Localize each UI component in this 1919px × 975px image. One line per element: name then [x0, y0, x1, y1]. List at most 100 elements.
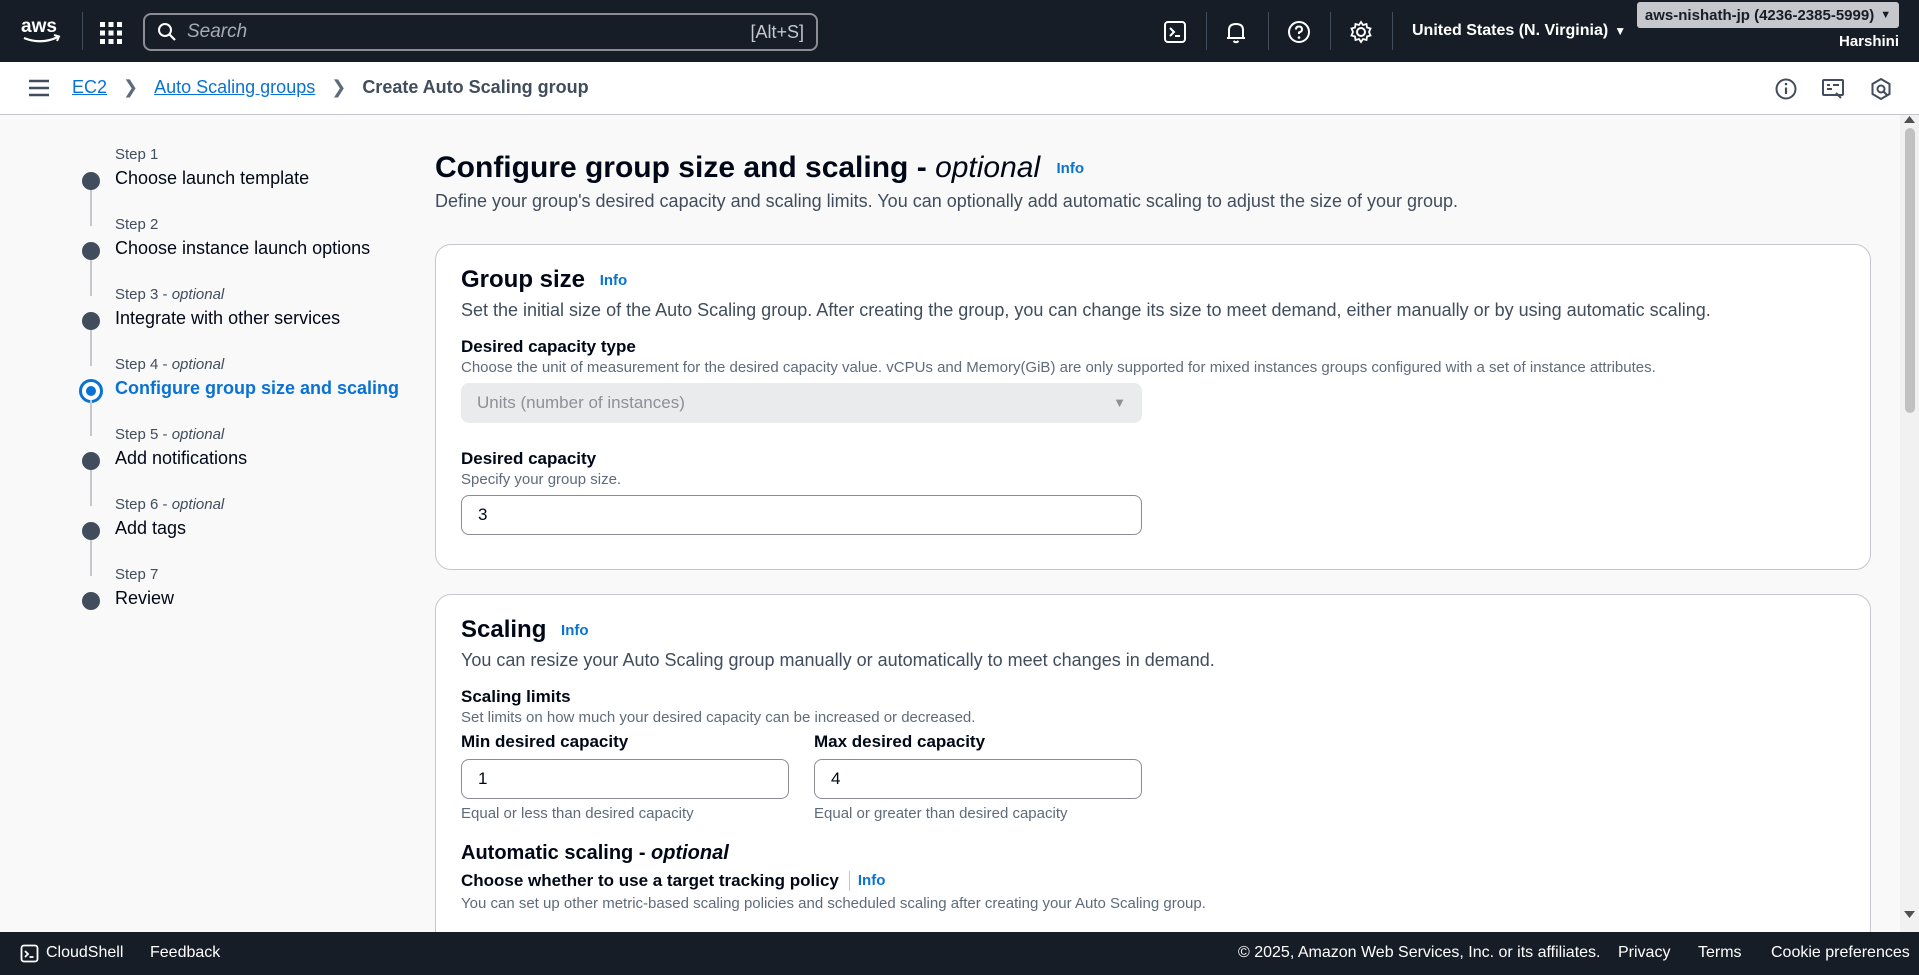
- info-panel-icon[interactable]: [1773, 76, 1799, 102]
- step-title: Choose launch template: [115, 168, 310, 188]
- desired-capacity-description: Specify your group size.: [461, 470, 622, 488]
- aws-logo-icon[interactable]: aws: [20, 14, 62, 46]
- caret-down-icon: ▼: [1880, 9, 1892, 21]
- step-number: Step 3: [115, 286, 159, 303]
- caret-down-icon: ▼: [1614, 24, 1627, 38]
- step-title: Add tags: [115, 518, 187, 538]
- scaling-title: Scaling: [461, 616, 547, 643]
- target-tracking-description: You can set up other metric-based scalin…: [461, 894, 1206, 912]
- group-size-container: Group size Info Set the initial size of …: [435, 244, 1871, 570]
- tutorials-panel-icon[interactable]: [1820, 76, 1846, 102]
- step-dot-icon: [82, 452, 100, 470]
- wizard-step-3[interactable]: Step 3 - optional Integrate with other s…: [78, 285, 408, 366]
- breadcrumb-link-ec2[interactable]: EC2: [72, 77, 107, 98]
- capacity-type-select[interactable]: Units (number of instances) ▼: [461, 382, 1142, 423]
- scrollbar-thumb[interactable]: [1905, 128, 1915, 413]
- page-title-text: Configure group size and scaling: [435, 151, 909, 184]
- settings-gear-icon[interactable]: [1348, 19, 1374, 45]
- step-title: Add notifications: [115, 448, 248, 468]
- capacity-type-label: Desired capacity type: [461, 336, 636, 356]
- top-navigation: aws Search [Alt+S] United States (N. Vir…: [0, 0, 1919, 62]
- capacity-type-value: Units (number of instances): [477, 392, 685, 412]
- scaling-limits-label: Scaling limits: [461, 686, 571, 706]
- divider: [82, 12, 83, 50]
- cloudshell-icon[interactable]: [20, 944, 39, 963]
- max-capacity-input[interactable]: 4: [814, 758, 1142, 799]
- wizard-step-7[interactable]: Step 7 Review: [78, 565, 408, 635]
- desired-capacity-input[interactable]: 3: [461, 494, 1142, 535]
- cloudshell-icon[interactable]: [1162, 19, 1188, 45]
- capacity-type-description: Choose the unit of measurement for the d…: [461, 358, 1656, 376]
- step-title: Choose instance launch options: [115, 238, 371, 258]
- scroll-up-arrow-icon[interactable]: [1903, 114, 1916, 124]
- chevron-right-icon: ❯: [123, 77, 139, 97]
- services-grid-icon[interactable]: [98, 20, 124, 46]
- caret-down-icon: ▼: [1113, 395, 1126, 411]
- account-label: aws-nishath-jp (4236-2385-5999): [1644, 6, 1875, 24]
- step-optional: optional: [171, 356, 225, 373]
- breadcrumb-link-auto-scaling-groups[interactable]: Auto Scaling groups: [154, 77, 315, 98]
- desired-capacity-label: Desired capacity: [461, 448, 597, 468]
- wizard-step-2[interactable]: Step 2 Choose instance launch options: [78, 215, 408, 296]
- min-capacity-field: Min desired capacity 1 Equal or less tha…: [461, 732, 789, 822]
- terms-link[interactable]: Terms: [1698, 944, 1742, 962]
- group-size-title: Group size: [461, 266, 586, 293]
- search-shortcut: [Alt+S]: [750, 21, 804, 42]
- scaling-heading: Scaling Info: [461, 615, 1845, 646]
- page-title: Configure group size and scaling - optio…: [435, 151, 1085, 184]
- divider: [1392, 12, 1393, 50]
- amazon-q-icon[interactable]: [1868, 76, 1894, 102]
- account-menu[interactable]: aws-nishath-jp (4236-2385-5999) ▼: [1637, 2, 1899, 28]
- breadcrumb-bar: EC2 ❯ Auto Scaling groups ❯ Create Auto …: [0, 62, 1919, 115]
- notifications-bell-icon[interactable]: [1223, 19, 1249, 45]
- min-capacity-input[interactable]: 1: [461, 758, 789, 799]
- region-selector[interactable]: United States (N. Virginia) ▼: [1412, 22, 1626, 40]
- cloudshell-link[interactable]: CloudShell: [46, 944, 123, 962]
- step-number: Step 6: [115, 496, 159, 513]
- wizard-steps: Step 1 Choose launch template Step 2 Cho…: [78, 145, 408, 635]
- desired-capacity-field: Desired capacity Specify your group size…: [461, 449, 1845, 535]
- min-capacity-label: Min desired capacity: [461, 731, 629, 751]
- automatic-scaling-label: Automatic scaling -: [461, 841, 652, 864]
- copyright-text: © 2025, Amazon Web Services, Inc. or its…: [1238, 944, 1601, 961]
- privacy-link[interactable]: Privacy: [1618, 944, 1670, 962]
- step-title: Review: [115, 588, 175, 608]
- scaling-limits-row: Min desired capacity 1 Equal or less tha…: [461, 732, 1845, 822]
- group-size-info-link[interactable]: Info: [600, 272, 628, 289]
- feedback-link[interactable]: Feedback: [150, 944, 220, 962]
- footer: CloudShell Feedback © 2025, Amazon Web S…: [0, 932, 1919, 975]
- region-label: United States (N. Virginia): [1412, 22, 1609, 39]
- max-capacity-constraint: Equal or greater than desired capacity: [814, 804, 1068, 822]
- divider: [848, 870, 850, 891]
- divider: [1330, 12, 1331, 50]
- step-title: Configure group size and scaling: [115, 378, 400, 398]
- automatic-scaling-optional: optional: [651, 841, 729, 864]
- step-number: Step 4: [115, 356, 159, 373]
- target-tracking-info-link[interactable]: Info: [858, 872, 886, 889]
- wizard-step-1[interactable]: Step 1 Choose launch template: [78, 145, 408, 226]
- search-placeholder: Search: [187, 21, 248, 42]
- breadcrumb-current: Create Auto Scaling group: [362, 77, 589, 97]
- step-title: Integrate with other services: [115, 308, 341, 328]
- scroll-down-arrow-icon[interactable]: [1903, 910, 1916, 920]
- user-name[interactable]: Harshini: [1839, 33, 1899, 50]
- scaling-info-link[interactable]: Info: [561, 622, 589, 639]
- wizard-step-6[interactable]: Step 6 - optional Add tags: [78, 495, 408, 576]
- divider: [1206, 12, 1207, 50]
- cookie-preferences-link[interactable]: Cookie preferences: [1771, 944, 1910, 962]
- page-info-link[interactable]: Info: [1057, 160, 1085, 177]
- step-dot-icon: [82, 172, 100, 190]
- step-dot-icon: [82, 312, 100, 330]
- search-input[interactable]: Search [Alt+S]: [143, 13, 818, 51]
- wizard-step-5[interactable]: Step 5 - optional Add notifications: [78, 425, 408, 506]
- search-icon: [158, 23, 176, 41]
- help-icon[interactable]: [1286, 19, 1312, 45]
- step-optional: optional: [171, 426, 225, 443]
- menu-hamburger-icon[interactable]: [28, 79, 50, 97]
- page-description: Define your group's desired capacity and…: [435, 191, 1459, 212]
- capacity-type-field: Desired capacity type Choose the unit of…: [461, 337, 1845, 423]
- step-dot-icon: [82, 242, 100, 260]
- wizard-step-4[interactable]: Step 4 - optional Configure group size a…: [78, 355, 408, 436]
- step-number: Step 5: [115, 426, 159, 443]
- group-size-description: Set the initial size of the Auto Scaling…: [461, 299, 1711, 320]
